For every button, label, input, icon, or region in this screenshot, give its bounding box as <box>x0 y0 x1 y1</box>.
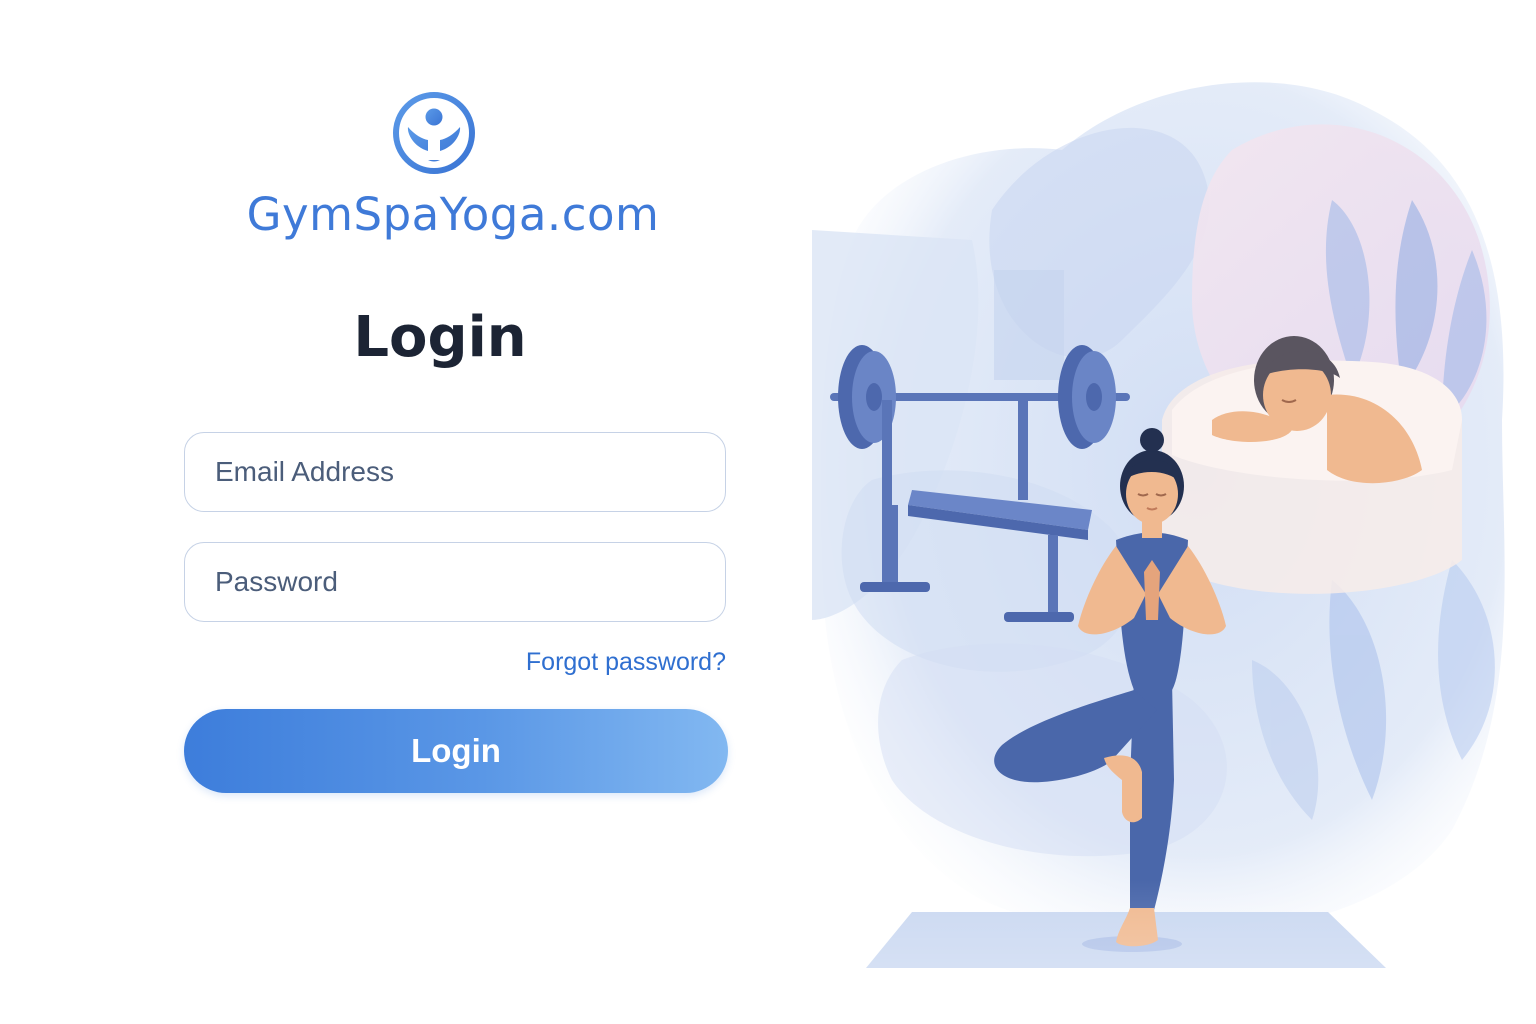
login-page: GymSpaYoga.com Login Forgot password? Lo… <box>0 0 1536 1024</box>
forgot-password-link[interactable]: Forgot password? <box>526 648 726 677</box>
wellness-illustration <box>812 82 1536 1024</box>
password-field[interactable] <box>184 542 726 622</box>
brand-name: GymSpaYoga.com <box>246 188 660 241</box>
login-button[interactable]: Login <box>184 709 728 793</box>
brand-logo-icon <box>393 92 475 174</box>
email-field[interactable] <box>184 432 726 512</box>
login-panel: GymSpaYoga.com Login Forgot password? Lo… <box>0 0 880 1024</box>
page-title: Login <box>353 305 527 370</box>
